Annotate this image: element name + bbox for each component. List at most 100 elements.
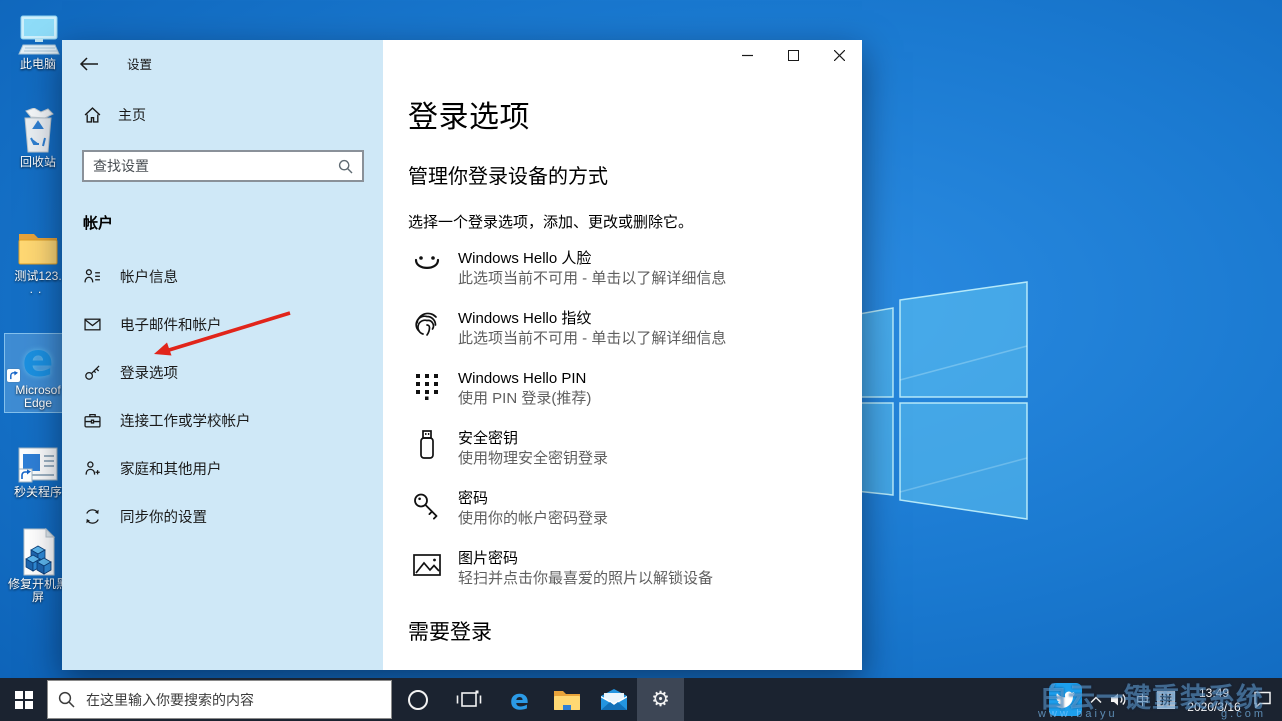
- face-icon: [414, 256, 439, 269]
- close-button[interactable]: [816, 40, 862, 71]
- sidebar-item-label: 同步你的设置: [120, 509, 207, 526]
- search-icon: [338, 159, 353, 173]
- option-hello-fingerprint[interactable]: Windows Hello 指纹 此选项当前不可用 - 单击以了解详细信息: [408, 309, 822, 349]
- folder-icon: [18, 234, 58, 265]
- home-label: 主页: [118, 107, 146, 123]
- sync-icon: [86, 508, 99, 524]
- cortana-icon: [407, 689, 428, 710]
- sidebar-item-work-school[interactable]: 连接工作或学校帐户: [62, 396, 383, 444]
- edge-icon: e: [22, 333, 54, 387]
- option-security-key[interactable]: 安全密钥 使用物理安全密钥登录: [408, 429, 822, 469]
- option-title: 密码: [458, 490, 489, 507]
- taskbar-clock[interactable]: 13:49 2020/3/16: [1183, 686, 1245, 714]
- option-picture-password[interactable]: 图片密码 轻扫并点击你最喜爱的照片以解锁设备: [408, 549, 822, 589]
- shortcut-arrow-icon: [7, 369, 20, 382]
- screen: 此电脑 回收站 测试123. .. e Microsof Edge 秒关程序 修…: [0, 0, 1282, 721]
- settings-taskbar-button[interactable]: ⚙: [637, 678, 684, 721]
- settings-window: 设置 主页 查找设置 帐户 帐户信息 电子邮件和帐户 登录选项 连接工作或学校帐…: [62, 40, 862, 670]
- file-explorer-button[interactable]: [543, 678, 590, 721]
- search-placeholder: 查找设置: [93, 158, 149, 174]
- cortana-button[interactable]: [394, 678, 441, 721]
- home-icon: [84, 107, 101, 123]
- add-user-icon: [85, 460, 100, 475]
- clock-time: 13:49: [1198, 685, 1230, 700]
- settings-search-input[interactable]: 查找设置: [82, 150, 364, 182]
- usb-key-icon: [419, 430, 434, 459]
- option-title: Windows Hello 人脸: [458, 250, 592, 267]
- sidebar-item-label: 家庭和其他用户: [120, 461, 222, 478]
- maximize-icon: [787, 50, 799, 61]
- section-require-signin: 需要登录: [408, 621, 492, 644]
- sidebar-item-home[interactable]: 主页: [84, 105, 383, 125]
- sidebar-item-sync-settings[interactable]: 同步你的设置: [62, 492, 383, 540]
- option-hello-pin[interactable]: Windows Hello PIN 使用 PIN 登录(推荐): [408, 369, 822, 409]
- option-desc: 使用 PIN 登录(推荐): [458, 390, 592, 407]
- option-desc: 轻扫并点击你最喜爱的照片以解锁设备: [458, 570, 714, 587]
- sidebar-item-account-info[interactable]: 帐户信息: [62, 252, 383, 300]
- sidebar-section-title: 帐户: [83, 215, 114, 232]
- settings-sidebar: 设置 主页 查找设置 帐户 帐户信息 电子邮件和帐户 登录选项 连接工作或学校帐…: [62, 40, 383, 670]
- sidebar-item-label: 电子邮件和帐户: [120, 317, 222, 334]
- twitter-app-button[interactable]: [1048, 683, 1082, 716]
- minimize-icon: [741, 54, 753, 57]
- action-center-icon[interactable]: [1253, 691, 1272, 708]
- twitter-bird-icon: [1055, 691, 1075, 708]
- ime-mode-indicator[interactable]: 拼: [1157, 690, 1175, 709]
- sidebar-item-label: 连接工作或学校帐户: [120, 413, 251, 430]
- account-info-icon: [84, 268, 100, 282]
- this-pc-icon: [18, 15, 60, 55]
- password-key-icon: [413, 493, 437, 520]
- mail-icon: [600, 688, 627, 710]
- sidebar-item-family-users[interactable]: 家庭和其他用户: [62, 444, 383, 492]
- option-desc: 此选项当前不可用 - 单击以了解详细信息: [458, 270, 727, 287]
- clock-date: 2020/3/16: [1187, 699, 1241, 714]
- sidebar-item-signin-options[interactable]: 登录选项: [62, 348, 383, 396]
- registry-file-icon: [23, 528, 56, 576]
- maximize-button[interactable]: [770, 40, 816, 71]
- taskbar-search-input[interactable]: 在这里输入你要搜索的内容: [47, 680, 392, 719]
- sidebar-item-email-accounts[interactable]: 电子邮件和帐户: [62, 300, 383, 348]
- picture-icon: [412, 554, 441, 576]
- search-icon: [58, 691, 75, 708]
- pin-keypad-icon: [415, 374, 438, 400]
- option-title: Windows Hello 指纹: [458, 310, 592, 327]
- key-icon: [85, 364, 100, 380]
- sidebar-item-label: 帐户信息: [120, 269, 178, 286]
- task-view-button[interactable]: [445, 678, 492, 721]
- minimize-button[interactable]: [724, 40, 770, 71]
- close-icon: [833, 50, 845, 61]
- task-view-icon: [456, 690, 481, 707]
- window-title: 设置: [127, 58, 153, 72]
- ime-language-indicator[interactable]: 中: [1136, 690, 1149, 709]
- option-hello-face[interactable]: Windows Hello 人脸 此选项当前不可用 - 单击以了解详细信息: [408, 249, 822, 289]
- gear-icon: ⚙: [651, 688, 670, 711]
- volume-icon[interactable]: [1110, 692, 1128, 707]
- page-subtitle: 管理你登录设备的方式: [408, 166, 608, 188]
- option-title: 图片密码: [458, 550, 519, 567]
- option-title: 安全密钥: [458, 430, 519, 447]
- option-title: Windows Hello PIN: [458, 370, 587, 387]
- program-window-icon: [18, 447, 58, 483]
- taskbar-search-placeholder: 在这里输入你要搜索的内容: [86, 691, 254, 708]
- option-desc: 使用你的帐户密码登录: [458, 510, 609, 527]
- settings-content: 登录选项 管理你登录设备的方式 选择一个登录选项，添加、更改或删除它。 Wind…: [383, 40, 862, 670]
- taskbar: 在这里输入你要搜索的内容 e ⚙ 中 拼 13:49 2020/3/16: [0, 678, 1282, 721]
- option-desc: 此选项当前不可用 - 单击以了解详细信息: [458, 330, 727, 347]
- page-intro: 选择一个登录选项，添加、更改或删除它。: [408, 214, 694, 231]
- mail-button[interactable]: [590, 678, 637, 721]
- briefcase-icon: [84, 413, 101, 428]
- fingerprint-icon: [414, 312, 437, 336]
- windows-start-icon: [14, 690, 33, 709]
- start-button[interactable]: [0, 678, 47, 721]
- taskbar-edge-button[interactable]: e: [496, 678, 543, 721]
- recycle-bin-icon: [24, 108, 54, 153]
- option-desc: 使用物理安全密钥登录: [458, 450, 609, 467]
- option-password[interactable]: 密码 使用你的帐户密码登录: [408, 489, 822, 529]
- hidden-icons-chevron[interactable]: [1090, 695, 1102, 704]
- sidebar-item-label: 登录选项: [120, 365, 178, 382]
- file-explorer-icon: [553, 690, 580, 710]
- edge-icon: e: [510, 682, 529, 716]
- back-button[interactable]: [79, 56, 101, 71]
- email-icon: [84, 318, 101, 330]
- page-title: 登录选项: [408, 101, 530, 134]
